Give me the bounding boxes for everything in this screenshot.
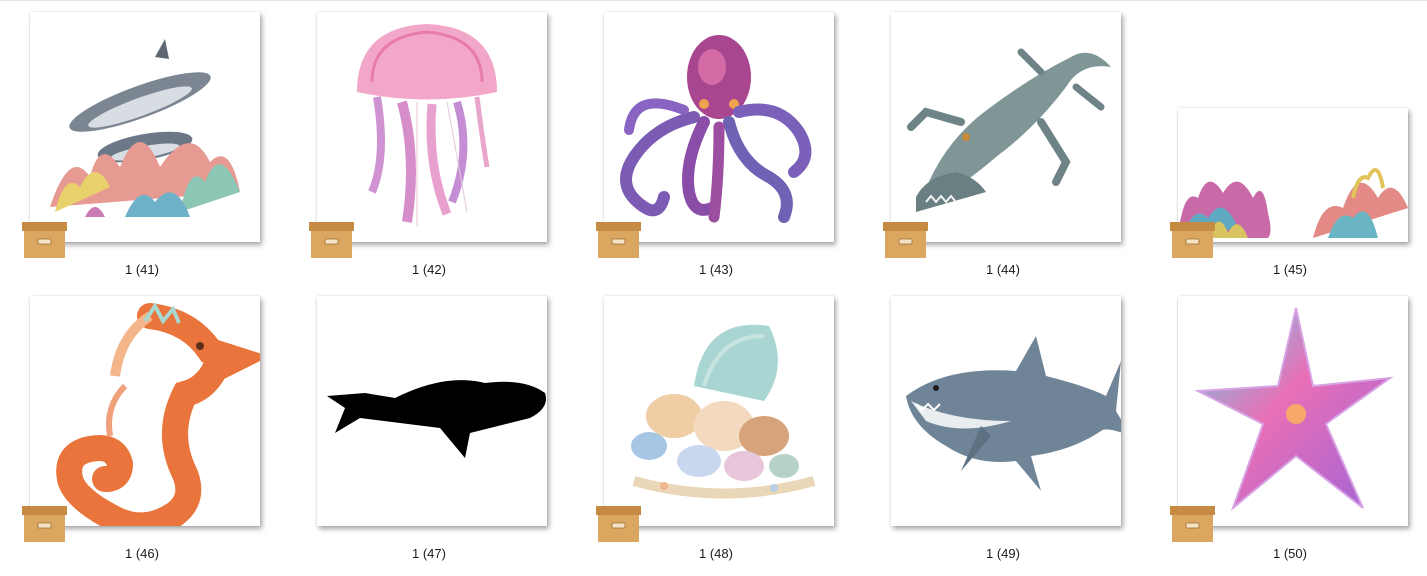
shark-image (906, 336, 1121, 491)
file-item-48[interactable]: 1 (48) (596, 296, 836, 576)
file-name-label: 1 (41) (125, 262, 159, 277)
file-name-label: 1 (44) (986, 262, 1020, 277)
archive-box-icon (21, 221, 68, 259)
file-item-41[interactable]: 1 (41) (22, 12, 262, 292)
starfish-image (1194, 307, 1394, 512)
whale-silhouette-image (327, 380, 546, 458)
file-item-50[interactable]: 1 (50) (1170, 296, 1410, 576)
file-item-47[interactable]: 1 (47) (309, 296, 549, 576)
archive-box-icon (595, 221, 642, 259)
file-item-45[interactable]: 1 (45) (1170, 12, 1410, 292)
file-thumbnail[interactable] (604, 12, 834, 242)
archive-box-icon (21, 505, 68, 543)
file-thumbnail[interactable] (317, 12, 547, 242)
file-thumbnail[interactable] (317, 296, 547, 526)
archive-box-icon (308, 221, 355, 259)
file-item-42[interactable]: 1 (42) (309, 12, 549, 292)
file-name-label: 1 (43) (699, 262, 733, 277)
file-name-label: 1 (48) (699, 546, 733, 561)
file-name-label: 1 (46) (125, 546, 159, 561)
archive-box-icon (1169, 221, 1216, 259)
octopus-image (620, 35, 812, 223)
archive-box-icon (1169, 505, 1216, 543)
file-name-label: 1 (49) (986, 546, 1020, 561)
file-thumbnail[interactable] (30, 12, 260, 242)
file-thumbnail[interactable] (891, 296, 1121, 526)
dolphins-coral-image (50, 39, 240, 217)
file-item-46[interactable]: 1 (46) (22, 296, 262, 576)
file-thumbnail[interactable] (1178, 296, 1408, 526)
file-item-44[interactable]: 1 (44) (883, 12, 1123, 292)
file-item-49[interactable]: 1 (49) (883, 296, 1123, 576)
file-thumbnail[interactable] (604, 296, 834, 526)
file-item-43[interactable]: 1 (43) (596, 12, 836, 292)
file-thumbnail[interactable] (891, 12, 1121, 242)
seahorse-image (56, 302, 260, 526)
file-name-label: 1 (50) (1273, 546, 1307, 561)
archive-box-icon (595, 505, 642, 543)
crocodile-image (907, 48, 1111, 212)
jellyfish-image (357, 24, 497, 227)
file-thumbnail[interactable] (30, 296, 260, 526)
archive-box-icon (882, 221, 929, 259)
file-name-label: 1 (45) (1273, 262, 1307, 277)
seashells-image (631, 324, 816, 499)
file-grid: 1 (41) 1 (42) 1 (43) 1 (44) 1 (45) 1 (46… (0, 0, 1427, 567)
file-name-label: 1 (42) (412, 262, 446, 277)
file-name-label: 1 (47) (412, 546, 446, 561)
